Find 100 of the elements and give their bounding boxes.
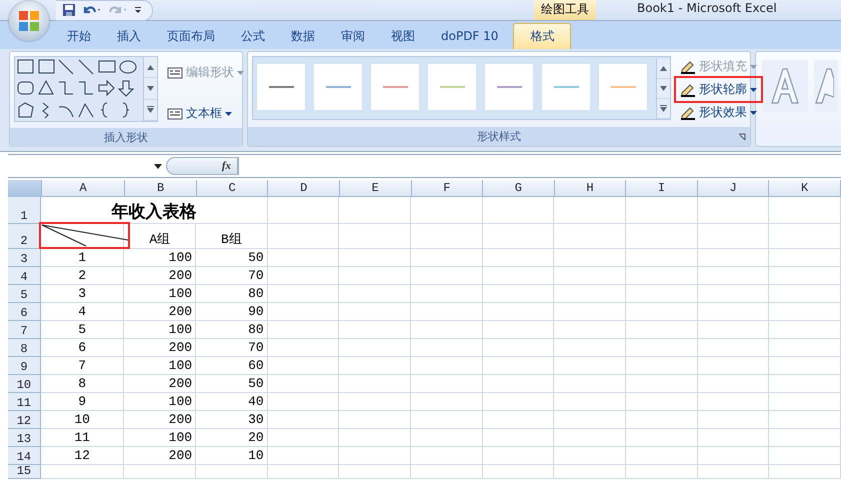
table-cell — [411, 447, 483, 465]
column-header[interactable]: C — [196, 180, 268, 197]
table-cell — [698, 197, 770, 224]
table-cell — [411, 197, 483, 224]
table-cell: 200 — [168, 376, 192, 392]
table-cell — [482, 285, 554, 303]
group-label: 插入形状 — [10, 128, 242, 147]
style-swatch[interactable] — [314, 64, 362, 110]
row-header[interactable]: 7 — [8, 321, 41, 339]
column-header[interactable]: G — [483, 180, 555, 197]
customize-icon[interactable] — [134, 5, 142, 15]
style-swatch[interactable] — [599, 64, 647, 110]
table-cell — [482, 303, 554, 321]
column-header[interactable]: I — [626, 180, 698, 197]
table-cell — [626, 429, 698, 447]
table-cell: A组 — [149, 232, 170, 248]
ribbon-tab[interactable]: 公式 — [230, 23, 276, 49]
row-header[interactable]: 15 — [8, 465, 41, 479]
table-cell — [626, 357, 698, 375]
caret-icon — [225, 112, 232, 116]
insert-function-button[interactable]: fx — [166, 157, 238, 175]
more-button[interactable] — [657, 99, 670, 119]
style-swatch[interactable] — [485, 64, 533, 110]
column-header[interactable]: A — [42, 180, 126, 197]
pencil-icon — [680, 60, 696, 74]
caret-icon — [237, 70, 244, 74]
style-swatch[interactable] — [428, 64, 476, 110]
office-button[interactable] — [9, 1, 49, 41]
table-cell — [626, 267, 698, 285]
table-cell: 1 — [78, 250, 86, 266]
dialog-launcher-icon[interactable] — [738, 133, 746, 141]
table-cell — [626, 447, 698, 465]
row-header[interactable]: 11 — [8, 393, 41, 411]
table-cell: 50 — [248, 376, 264, 392]
row-header[interactable]: 14 — [8, 447, 41, 465]
row-header[interactable]: 4 — [8, 267, 41, 285]
row-header[interactable]: 8 — [8, 339, 41, 357]
ribbon-tab[interactable]: 开始 — [56, 23, 102, 49]
table-cell: 70 — [248, 268, 264, 284]
table-cell — [626, 303, 698, 321]
table-cell: 100 — [168, 430, 192, 446]
ribbon-tab[interactable]: 视图 — [380, 23, 426, 49]
table-cell: 200 — [168, 268, 192, 284]
table-cell: 7 — [78, 358, 86, 374]
ribbon-tab[interactable]: 插入 — [106, 23, 152, 49]
table-cell — [411, 375, 483, 393]
column-header[interactable]: J — [698, 180, 770, 197]
ribbon-tab[interactable]: 数据 — [280, 23, 326, 49]
row-header[interactable]: 1 — [8, 197, 41, 224]
row-header[interactable]: 10 — [8, 375, 41, 393]
row-header[interactable]: 6 — [8, 303, 41, 321]
row-header[interactable]: 2 — [8, 224, 41, 249]
column-header[interactable]: E — [340, 180, 412, 197]
table-cell — [482, 249, 554, 267]
up-arrow-icon — [660, 66, 667, 71]
style-swatch[interactable] — [542, 64, 590, 110]
scroll-up-button[interactable] — [144, 57, 157, 78]
scroll-up-button[interactable] — [657, 59, 670, 79]
table-cell — [769, 429, 841, 447]
ribbon-tab[interactable]: doPDF 10 — [430, 23, 510, 49]
table-cell — [482, 375, 554, 393]
table-cell — [698, 357, 770, 375]
style-swatch[interactable] — [371, 64, 419, 110]
row-header[interactable]: 12 — [8, 411, 41, 429]
scroll-down-button[interactable] — [657, 79, 670, 99]
table-cell — [698, 447, 770, 465]
row-header[interactable]: 5 — [8, 285, 41, 303]
table-cell — [698, 465, 770, 479]
row-header[interactable]: 13 — [8, 429, 41, 447]
table-cell — [769, 339, 841, 357]
more-button[interactable] — [144, 100, 157, 121]
table-cell — [698, 393, 770, 411]
ribbon-tab[interactable]: 审阅 — [330, 23, 376, 49]
ribbon-tab[interactable]: 格式 — [513, 23, 572, 49]
column-header[interactable]: B — [125, 180, 197, 197]
column-header[interactable]: D — [268, 180, 340, 197]
row-header[interactable]: 9 — [8, 357, 41, 375]
save-icon[interactable] — [62, 3, 76, 17]
column-header[interactable]: K — [769, 180, 841, 197]
row-header[interactable]: 3 — [8, 249, 41, 267]
table-cell — [626, 465, 698, 479]
context-tab-label: 绘图工具 — [534, 0, 596, 20]
ribbon-button[interactable]: 文本框 — [164, 103, 247, 124]
text-box-icon — [167, 106, 183, 120]
table-cell: 2 — [78, 268, 86, 284]
wordart-style[interactable] — [814, 60, 838, 112]
table-cell: 200 — [168, 340, 192, 356]
ribbon-tab[interactable]: 页面布局 — [156, 23, 226, 49]
down-arrow-icon — [147, 86, 154, 91]
table-cell — [482, 429, 554, 447]
ribbon-button[interactable]: 形状轮廓 — [677, 79, 760, 100]
up-arrow-icon — [147, 64, 154, 70]
table-cell — [268, 465, 340, 479]
column-header[interactable]: H — [554, 180, 626, 197]
column-header[interactable]: F — [412, 180, 484, 197]
style-swatch[interactable] — [257, 64, 305, 110]
wordart-style[interactable] — [762, 60, 808, 112]
scroll-down-button[interactable] — [144, 78, 157, 100]
logo-icon — [18, 10, 40, 32]
ribbon-button[interactable]: 形状效果 — [677, 102, 760, 123]
